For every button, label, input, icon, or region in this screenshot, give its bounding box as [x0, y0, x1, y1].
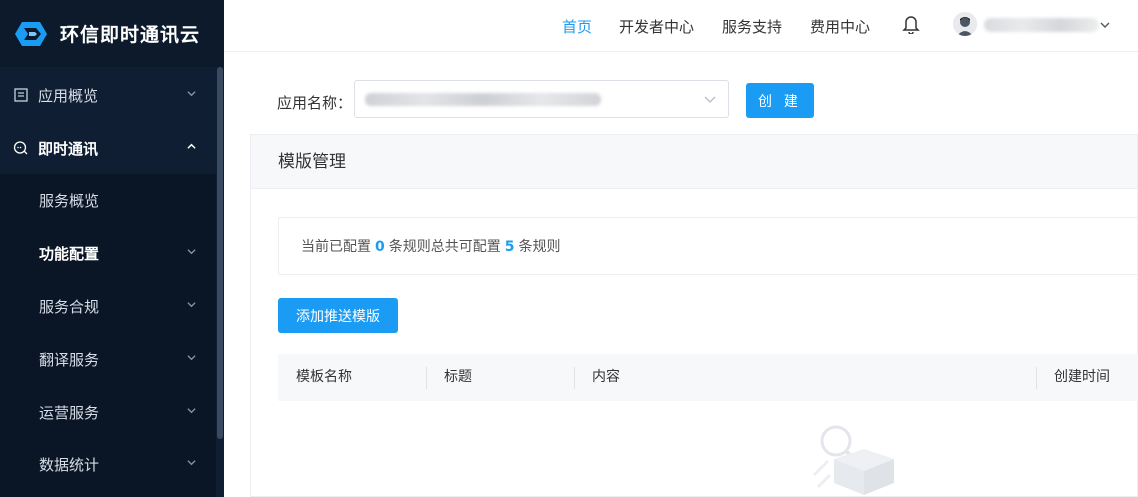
sidebar-item-label: 功能配置	[39, 244, 100, 263]
sidebar-item-label: 应用概览	[38, 86, 99, 105]
rule-text: 条规则	[518, 239, 561, 255]
configured-count: 0	[375, 239, 385, 255]
sidebar-item-label: 运营服务	[39, 403, 100, 422]
column-header-created-time[interactable]: 创建时间	[1054, 354, 1110, 401]
sidebar-item-translation[interactable]: 翻译服务	[0, 333, 216, 385]
rule-text: 当前已配置	[301, 239, 371, 255]
chevron-down-icon	[187, 460, 196, 466]
create-button[interactable]: 创 建	[746, 83, 814, 118]
app-select[interactable]	[354, 80, 729, 118]
total-count: 5	[504, 239, 515, 255]
sidebar-item-im[interactable]: 即时通讯	[0, 122, 216, 174]
nav-home[interactable]: 首页	[562, 16, 592, 37]
chat-bubble-icon	[13, 141, 28, 155]
sidebar-item-label: 即时通讯	[38, 139, 99, 158]
username-redacted[interactable]	[984, 18, 1099, 32]
logo-icon	[15, 21, 47, 46]
app-select-value-redacted	[365, 93, 601, 106]
column-divider	[426, 367, 427, 389]
column-header-content[interactable]: 内容	[592, 354, 620, 401]
sidebar-item-operations[interactable]: 运营服务	[0, 386, 216, 438]
template-panel: 模版管理 当前已配置 0 条规则总共可配置 5 条规则 添加推送模版 模板名称 标题 内…	[250, 134, 1138, 497]
main-content: 应用名称： 创 建 模版管理 当前已配置 0 条规则总共可配置 5 条规则 添加推送模版…	[224, 52, 1138, 497]
column-header-name[interactable]: 模板名称	[296, 354, 352, 401]
column-header-title[interactable]: 标题	[444, 354, 472, 401]
sidebar-item-label: 翻译服务	[39, 350, 100, 369]
rule-text: 条规则总共可配置	[388, 239, 501, 255]
brand-title: 环信即时通讯云	[60, 24, 201, 46]
chevron-down-icon	[187, 91, 196, 97]
empty-box-icon	[812, 425, 894, 495]
sidebar-scrollbar[interactable]	[217, 67, 223, 439]
top-navbar: 首页 开发者中心 服务支持 费用中心	[224, 0, 1138, 52]
add-push-template-button[interactable]: 添加推送模版	[278, 298, 398, 333]
chevron-down-icon	[704, 96, 716, 103]
chevron-up-icon	[187, 143, 196, 149]
nav-support[interactable]: 服务支持	[722, 16, 782, 37]
chevron-down-icon	[187, 408, 196, 414]
chevron-down-icon	[187, 249, 196, 255]
sidebar-item-app-overview[interactable]: 应用概览	[0, 69, 216, 121]
column-divider	[1036, 367, 1037, 389]
app-name-label: 应用名称：	[277, 94, 353, 112]
bell-icon[interactable]	[902, 14, 920, 34]
avatar[interactable]	[953, 12, 977, 36]
table-header: 模板名称 标题 内容 创建时间	[278, 354, 1138, 401]
sidebar-item-compliance[interactable]: 服务合规	[0, 280, 216, 332]
sidebar: 环信即时通讯云 应用概览 即时通讯 服务概览 功能配置 服务合规 翻译服务 运营…	[0, 0, 224, 497]
sidebar-item-label: 服务合规	[39, 297, 100, 316]
user-avatar-icon	[953, 12, 977, 36]
sidebar-item-statistics[interactable]: 数据统计	[0, 438, 216, 490]
nav-developer-center[interactable]: 开发者中心	[619, 16, 694, 37]
panel-title: 模版管理	[251, 135, 1137, 189]
chevron-down-icon[interactable]	[1100, 20, 1110, 30]
sidebar-item-service-overview[interactable]: 服务概览	[0, 174, 216, 226]
sidebar-item-feature-config[interactable]: 功能配置	[0, 227, 216, 279]
rule-summary: 当前已配置 0 条规则总共可配置 5 条规则	[278, 217, 1138, 275]
document-list-icon	[14, 88, 28, 102]
column-divider	[574, 367, 575, 389]
sidebar-item-label: 数据统计	[39, 455, 100, 474]
brand[interactable]: 环信即时通讯云	[0, 0, 224, 67]
chevron-down-icon	[187, 302, 196, 308]
sidebar-item-label: 服务概览	[39, 191, 100, 210]
nav-billing[interactable]: 费用中心	[810, 16, 870, 37]
chevron-down-icon	[187, 355, 196, 361]
